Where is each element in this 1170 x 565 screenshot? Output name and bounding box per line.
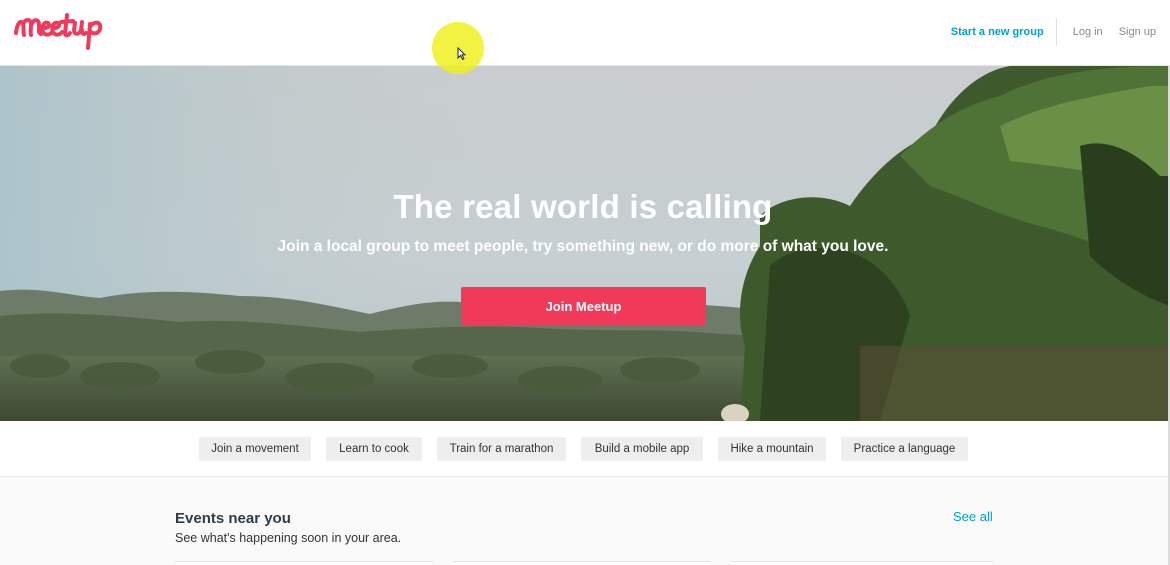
header-nav: Start a new group Log in Sign up — [951, 18, 1156, 46]
hero-subtitle: Join a local group to meet people, try s… — [277, 238, 889, 255]
topic-chip-train-for-a-marathon[interactable]: Train for a marathon — [437, 437, 566, 461]
signup-link[interactable]: Sign up — [1119, 26, 1156, 38]
events-near-you-section: Events near you See what's happening soo… — [0, 477, 1170, 565]
topic-chip-learn-to-cook[interactable]: Learn to cook — [326, 437, 422, 461]
events-section-title: Events near you — [175, 510, 291, 527]
topic-chip-build-a-mobile-app[interactable]: Build a mobile app — [581, 437, 703, 461]
join-meetup-button[interactable]: Join Meetup — [461, 287, 706, 325]
hero-banner: The real world is calling Join a local g… — [0, 66, 1170, 421]
topic-chip-hike-a-mountain[interactable]: Hike a mountain — [718, 437, 826, 461]
topic-chip-join-a-movement[interactable]: Join a movement — [199, 437, 311, 461]
event-card[interactable] — [175, 561, 433, 565]
event-card[interactable] — [731, 561, 993, 565]
login-link[interactable]: Log in — [1073, 26, 1103, 38]
start-new-group-link[interactable]: Start a new group — [951, 18, 1057, 46]
topic-suggestions: Join a movement Learn to cook Train for … — [0, 421, 1170, 477]
meetup-home-page: Meetup Start a new group Log in Sign up — [0, 0, 1170, 565]
event-card[interactable] — [453, 561, 711, 565]
top-header: Meetup Start a new group Log in Sign up — [0, 0, 1170, 66]
topic-chip-practice-a-language[interactable]: Practice a language — [841, 437, 968, 461]
mouse-pointer-icon — [457, 47, 466, 60]
events-section-subtitle: See what's happening soon in your area. — [175, 531, 402, 545]
hero-title: The real world is calling — [393, 188, 773, 225]
see-all-events-link[interactable]: See all — [953, 509, 993, 524]
meetup-logo-icon — [14, 13, 103, 50]
meetup-logo[interactable]: Meetup — [12, 10, 110, 52]
